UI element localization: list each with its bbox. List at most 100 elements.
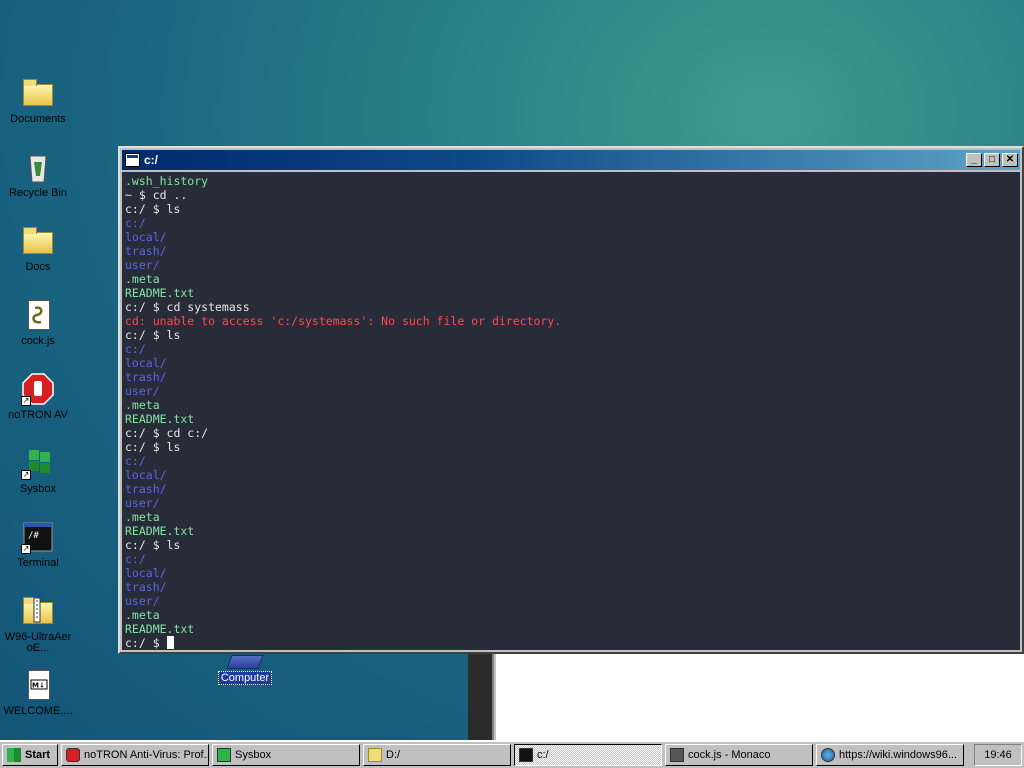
console-line: c:/ $ ls [125, 440, 181, 454]
minimize-button[interactable]: _ [966, 153, 982, 167]
console-line: README.txt [125, 524, 195, 538]
console-line: user/ [125, 258, 160, 272]
windows-flag-icon [7, 748, 21, 762]
text-cursor [166, 636, 174, 649]
taskbar-item-sysbox[interactable]: Sysbox [212, 744, 360, 766]
console-line: local/ [125, 566, 167, 580]
taskbar-item-label: https://wiki.windows96... [839, 749, 957, 761]
shortcut-arrow-icon: ↗ [21, 544, 31, 554]
console-line: README.txt [125, 286, 195, 300]
desktop-icon-terminal[interactable]: /# ↗ Terminal [4, 520, 72, 569]
desktop-icon-label: Docs [25, 261, 51, 273]
console-line: local/ [125, 468, 167, 482]
console-line: trash/ [125, 482, 167, 496]
desktop-icon-label: Documents [10, 113, 66, 125]
zip-folder-icon [21, 594, 55, 628]
console-line: ~ $ cd .. [125, 188, 188, 202]
terminal-icon [519, 748, 533, 762]
console-line: c:/ $ ls [125, 538, 181, 552]
console-line: local/ [125, 230, 167, 244]
shortcut-arrow-icon: ↗ [21, 396, 31, 406]
terminal-window[interactable]: c:/ _ □ ✕ .wsh_history ~ $ cd .. c:/ $ ls c… [118, 146, 1024, 654]
taskbar-item-monaco[interactable]: cock.js - Monaco [665, 744, 813, 766]
desktop-icon-cock-js[interactable]: cock.js [4, 298, 72, 347]
stop-sign-icon: ↗ [21, 372, 55, 406]
taskbar-item-browser[interactable]: https://wiki.windows96... [816, 744, 964, 766]
code-editor-icon [670, 748, 684, 762]
desktop-icon-recycle-bin[interactable]: Recycle Bin [4, 150, 72, 199]
explorer-sidebar [468, 650, 494, 742]
folder-icon [368, 748, 382, 762]
markdown-file-icon: M↓ [21, 668, 55, 702]
console-line: user/ [125, 594, 160, 608]
desktop-icon-label: WELCOME.... [3, 705, 73, 717]
terminal-icon [125, 153, 140, 167]
desktop-icon-label: Recycle Bin [8, 187, 68, 199]
terminal-icon: /# ↗ [21, 520, 55, 554]
desktop-icon-label: noTRON AV [8, 409, 68, 421]
terminal-titlebar[interactable]: c:/ _ □ ✕ [122, 150, 1020, 170]
svg-text:/#: /# [28, 531, 39, 541]
console-line: c:/ [125, 216, 146, 230]
console-line: c:/ $ cd systemass [125, 300, 250, 314]
console-line: c:/ [125, 342, 146, 356]
console-line: .meta [125, 272, 160, 286]
console-line: user/ [125, 384, 160, 398]
recycle-bin-icon [21, 150, 55, 184]
console-line: .meta [125, 510, 160, 524]
taskbar: Start noTRON Anti-Virus: Prof... Sysbox … [0, 740, 1024, 768]
script-file-icon [21, 298, 55, 332]
desktop-icon-notron-av[interactable]: ↗ noTRON AV [4, 372, 72, 421]
terminal-console[interactable]: .wsh_history ~ $ cd .. c:/ $ ls c:/local/tr… [122, 172, 1020, 650]
console-line: local/ [125, 356, 167, 370]
console-line: user/ [125, 496, 160, 510]
desktop-icon-label: cock.js [21, 335, 55, 347]
close-button[interactable]: ✕ [1002, 153, 1018, 167]
console-line: c:/ $ cd c:/ [125, 426, 209, 440]
taskbar-item-label: D:/ [386, 749, 401, 761]
start-button[interactable]: Start [2, 744, 58, 766]
taskbar-item-label: Sysbox [235, 749, 272, 761]
taskbar-item-notron[interactable]: noTRON Anti-Virus: Prof... [61, 744, 209, 766]
console-line: c:/ $ ls [125, 328, 181, 342]
documents-folder-icon [21, 76, 55, 110]
desktop-icon-label: Terminal [17, 557, 59, 569]
window-title: c:/ [144, 153, 159, 167]
console-line: .meta [125, 608, 160, 622]
taskbar-clock[interactable]: 19:46 [974, 744, 1022, 766]
desktop-icon-label: Computer [217, 671, 273, 685]
desktop-icon-sysbox[interactable]: ↗ Sysbox [4, 446, 72, 495]
console-line: c:/ $ ls [125, 202, 181, 216]
console-prompt: c:/ $ [125, 636, 167, 650]
desktop-icon-w96-ultraaero[interactable]: W96-UltraAeroE... [4, 594, 72, 654]
explorer-content[interactable] [496, 654, 1024, 742]
stop-sign-icon [66, 748, 80, 762]
taskbar-item-d-drive[interactable]: D:/ [363, 744, 511, 766]
console-line: trash/ [125, 580, 167, 594]
console-line: .meta [125, 398, 160, 412]
start-label: Start [25, 749, 51, 761]
folder-icon [21, 224, 55, 258]
console-line: cd: unable to access 'c:/systemass': No … [125, 314, 562, 328]
console-line: README.txt [125, 412, 195, 426]
taskbar-item-terminal[interactable]: c:/ [514, 744, 662, 766]
desktop-icon-docs[interactable]: Docs [4, 224, 72, 273]
taskbar-item-label: cock.js - Monaco [688, 749, 771, 761]
background-explorer-window[interactable] [468, 650, 1024, 742]
desktop-icon-computer[interactable]: Computer [214, 655, 276, 685]
taskbar-item-label: noTRON Anti-Virus: Prof... [84, 749, 209, 761]
desktop-icon-welcome[interactable]: M↓ WELCOME.... [3, 668, 73, 717]
desktop-icon-documents[interactable]: Documents [4, 76, 72, 125]
console-line: .wsh_history [125, 174, 209, 188]
desktop-icon-label: Sysbox [19, 483, 57, 495]
console-line: c:/ [125, 454, 146, 468]
maximize-button[interactable]: □ [984, 153, 1000, 167]
computer-icon [226, 655, 264, 669]
console-line: trash/ [125, 244, 167, 258]
windows-flag-icon [217, 748, 231, 762]
svg-text:M↓: M↓ [32, 682, 45, 690]
console-line: c:/ [125, 552, 146, 566]
console-line: README.txt [125, 622, 195, 636]
windows-flag-icon: ↗ [21, 446, 55, 480]
console-prompt-line[interactable]: c:/ $ [125, 636, 1017, 650]
